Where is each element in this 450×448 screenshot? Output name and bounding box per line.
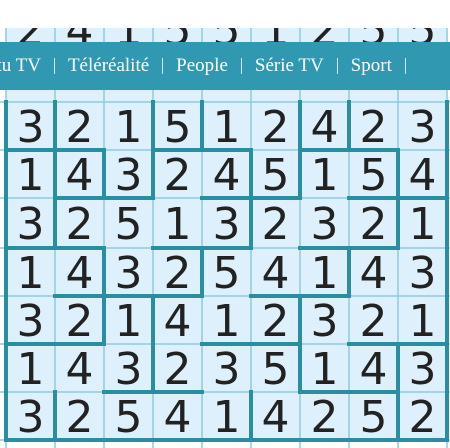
cell-digit: 3	[409, 102, 437, 153]
cell-digit: 1	[17, 344, 45, 395]
cell-digit: 2	[360, 199, 388, 250]
cell-digit: 1	[164, 199, 192, 250]
cell-digit: 3	[115, 344, 143, 395]
cell-digit: 2	[164, 248, 192, 299]
cell-digit: 4	[164, 296, 192, 347]
cell-digit: 5	[115, 199, 143, 250]
cell-digit: 1	[311, 344, 339, 395]
cell-digit: 3	[409, 248, 437, 299]
cell-digit: 4	[409, 150, 437, 201]
cell-digit: 1	[213, 392, 241, 443]
cell-digit: 2	[360, 296, 388, 347]
cell-digit: 4	[262, 248, 290, 299]
cell-digit: 4	[311, 102, 339, 153]
cell-digit: 2	[262, 199, 290, 250]
cell-digit: 3	[213, 199, 241, 250]
nav-link-actu-tv[interactable]: ctu TV	[0, 55, 41, 77]
cell-digit: 3	[17, 296, 45, 347]
cell-digit: 5	[164, 102, 192, 153]
cell-digit: 4	[360, 248, 388, 299]
category-nav-bar: ctu TV Téléréalité People Série TV Sport	[0, 42, 450, 90]
cell-digit: 2	[164, 150, 192, 201]
nav-separator	[240, 58, 242, 74]
cell-digit: 2	[66, 199, 94, 250]
page-top-background	[0, 0, 450, 28]
cell-digit: 3	[17, 392, 45, 443]
cell-digit: 4	[262, 392, 290, 443]
cell-digit: 4	[213, 150, 241, 201]
cell-digit: 2	[262, 296, 290, 347]
cell-digit: 1	[17, 150, 45, 201]
cell-digit: 2	[66, 102, 94, 153]
cell-digit: 1	[213, 102, 241, 153]
cell-digit: 1	[409, 199, 437, 250]
cell-digit: 4	[66, 344, 94, 395]
cell-digit: 2	[164, 344, 192, 395]
cell-digit: 4	[66, 150, 94, 201]
cell-digit: 1	[311, 248, 339, 299]
cell-digit: 4	[164, 392, 192, 443]
cell-digit: 5	[262, 344, 290, 395]
cell-digit: 2	[311, 392, 339, 443]
cell-digit: 5	[360, 150, 388, 201]
cell-digit: 4	[66, 248, 94, 299]
cell-digit: 2	[360, 102, 388, 153]
nav-link-sport[interactable]: Sport	[351, 55, 392, 77]
cell-digit: 2	[66, 392, 94, 443]
cell-digit: 5	[262, 150, 290, 201]
cell-digit: 2	[66, 296, 94, 347]
cell-digit: 3	[115, 248, 143, 299]
cell-digit: 1	[115, 296, 143, 347]
nav-separator	[336, 58, 338, 74]
cell-digit: 3	[115, 150, 143, 201]
nav-separator	[53, 58, 55, 74]
cell-digit: 1	[213, 296, 241, 347]
cell-digit: 3	[311, 199, 339, 250]
nav-separator	[404, 58, 406, 74]
cell-digit: 5	[115, 392, 143, 443]
cell-digit: 2	[409, 392, 437, 443]
cell-digit: 1	[311, 150, 339, 201]
nav-link-people[interactable]: People	[176, 55, 228, 77]
nav-link-telerealite[interactable]: Téléréalité	[68, 55, 149, 77]
cell-digit: 2	[262, 102, 290, 153]
cell-digit: 3	[409, 344, 437, 395]
cell-digit: 5	[213, 248, 241, 299]
cell-digit: 3	[311, 296, 339, 347]
nav-separator	[162, 58, 164, 74]
cell-digit: 4	[360, 344, 388, 395]
cell-digit: 3	[213, 344, 241, 395]
cell-digit: 3	[17, 102, 45, 153]
nav-link-serie-tv[interactable]: Série TV	[255, 55, 324, 77]
cell-digit: 1	[17, 248, 45, 299]
cell-digit: 3	[17, 199, 45, 250]
cell-digit: 1	[409, 296, 437, 347]
cell-digit: 5	[360, 392, 388, 443]
cell-digit: 1	[115, 102, 143, 153]
